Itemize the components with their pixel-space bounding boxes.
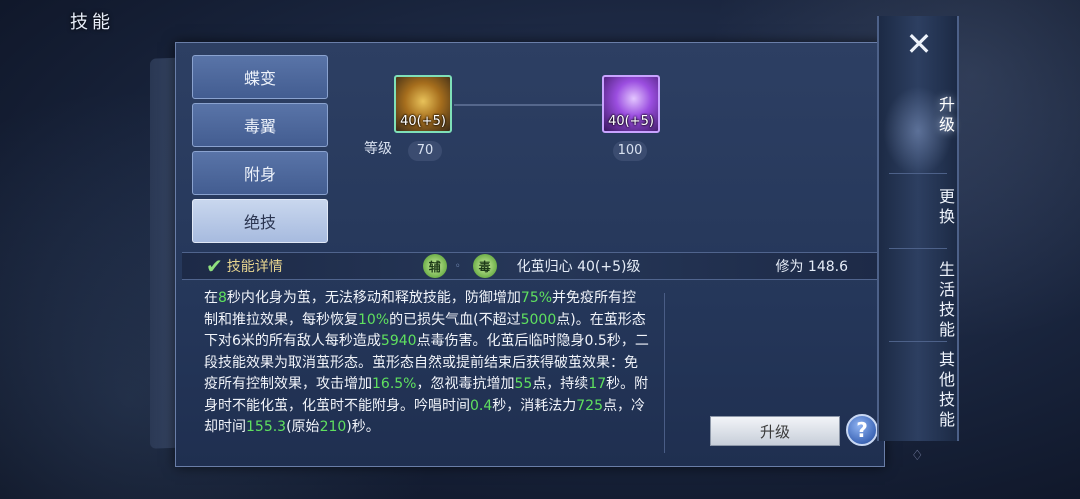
skill-description: 在8秒内化身为茧，无法移动和释放技能，防御增加75%并免疫所有控制和推拉效果，每… [204,290,649,435]
level-caption: 等级 [364,141,392,157]
help-button[interactable]: ? [846,414,878,446]
skill-tabs: 蝶变 毒翼 附身 绝技 [192,55,328,247]
divider [889,248,947,249]
checkmark-icon: ✔ [206,254,223,278]
upgrade-button[interactable]: 升级 [710,416,840,446]
side-item-other-skills[interactable]: 其他技能 [879,351,957,431]
skill-level-badge: 40(+5) [400,114,446,129]
tab-ultimate[interactable]: 绝技 [192,199,328,243]
tab-possession[interactable]: 附身 [192,151,328,195]
cultivation-value: 修为 148.6 [775,259,848,275]
support-type-icon: 辅 [422,254,447,278]
skill-panel: 蝶变 毒翼 附身 绝技 40(+5) 40(+5) 等级 70 100 ✔ 技能… [175,42,885,467]
window-title: 技能 [70,12,114,33]
divider [889,173,947,174]
required-level: 100 [613,141,647,161]
knot-icon: ♢ [911,448,924,464]
skill-info-bar: ✔ 技能详情 辅 ◦ 毒 化茧归心 40(+5)级 修为 148.6 [182,252,880,280]
close-icon[interactable]: ✕ [901,25,937,63]
required-level: 70 [408,141,442,161]
side-item-replace[interactable]: 更换 [879,188,957,228]
divider [889,341,947,342]
side-item-life-skills[interactable]: 生活技能 [879,261,957,341]
skill-name: 化茧归心 40(+5)级 [516,259,641,275]
skill-track-line [454,104,624,106]
poison-type-icon: 毒 [472,254,497,278]
skill-details-title[interactable]: 技能详情 [227,256,283,276]
tab-butterfly-change[interactable]: 蝶变 [192,55,328,99]
tab-poison-wing[interactable]: 毒翼 [192,103,328,147]
side-scroll-menu: ✕ 升级 更换 生活技能 其他技能 ♢ [877,16,959,464]
dot-icon: ◦ [454,260,461,272]
purple-spark-icon[interactable]: 40(+5) [602,75,660,133]
divider [664,293,665,453]
side-item-upgrade[interactable]: 升级 [879,96,957,136]
golden-cocoon-icon[interactable]: 40(+5) [394,75,452,133]
skill-level-badge: 40(+5) [608,114,654,129]
